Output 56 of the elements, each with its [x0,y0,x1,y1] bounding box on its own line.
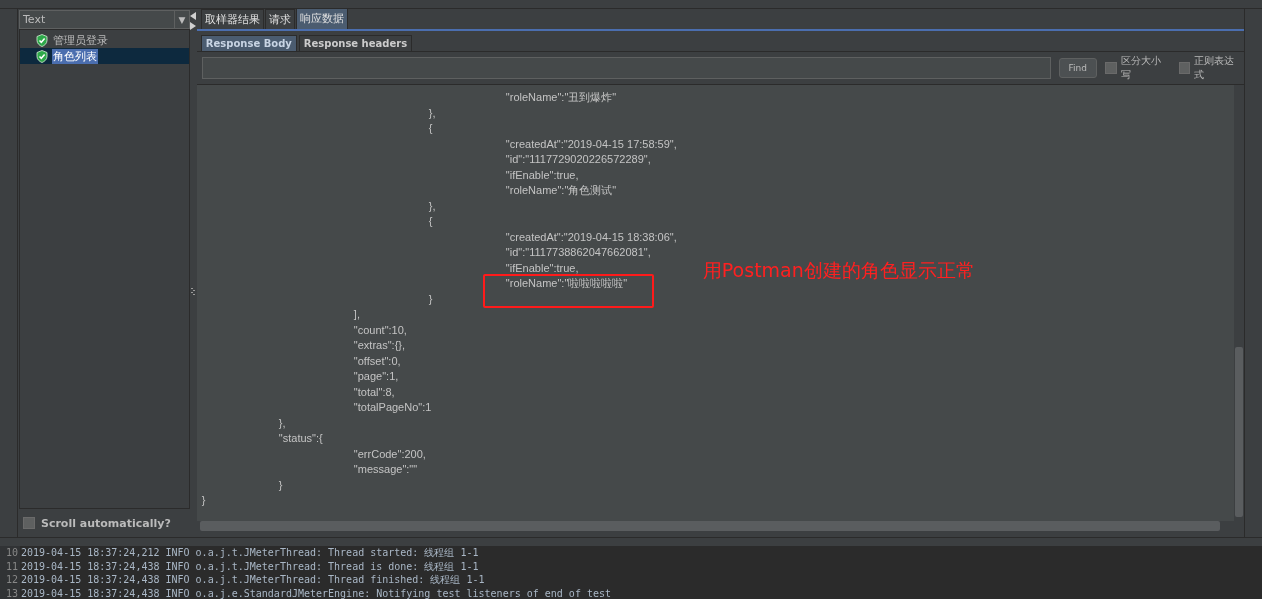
search-field[interactable] [201,57,1051,79]
log-line: 2019-04-15 18:37:24,212 INFO o.a.j.t.JMeterThread: Thread started: 线程组 1-1 [20,546,479,560]
response-line: "offset":0, [353,353,401,369]
response-line: "totalPageNo":1 [353,400,432,415]
tree-item[interactable]: 管理员登录 [20,32,189,48]
option-checkbox[interactable] [1178,62,1191,74]
tree-item[interactable]: 角色列表 [20,48,189,64]
response-line: "createdAt":"2019-04-15 17:58:59", [505,136,677,152]
response-line: "id":"1117738862047662081", [505,245,651,260]
response-line: "status":{ [278,431,323,446]
scroll-automatically-label: Scroll automatically? [41,516,171,530]
response-line: } [201,493,206,508]
line-number: 12 [0,573,20,587]
response-line: "total":8, [353,384,395,400]
response-line: "createdAt":"2019-04-15 18:38:06", [505,229,677,245]
response-line: } [428,291,433,307]
tab[interactable]: 响应数据 [295,8,348,29]
response-line: }, [428,105,436,121]
response-line: { [428,121,433,136]
response-line: "id":"1117729020226572289", [505,152,651,167]
splitter-grip-icon[interactable] [191,287,196,297]
response-line: "roleName":"角色测试" [505,183,617,198]
collapse-arrows-icon[interactable] [190,11,197,31]
option-label: 正则表达式 [1194,54,1236,82]
response-line: }, [278,415,286,431]
response-line: "ifEnable":true, [505,260,579,276]
option-label: 区分大小写 [1120,54,1162,82]
response-line: "extras":{}, [353,338,406,353]
log-line: 2019-04-15 18:37:24,438 INFO o.a.j.t.JMeterThread: Thread finished: 线程组 1-1 [20,573,485,587]
response-line: "roleName":"啦啦啦啦啦" [505,276,628,292]
log-line: 2019-04-15 18:37:24,438 INFO o.a.j.e.StandardJMeterEngine: Notifying test listeners of end of test [20,586,611,599]
renderer-dropdown[interactable]: Text ▼ [19,10,190,29]
response-line: { [428,214,433,229]
response-line: "roleName":"丑到爆炸" [505,90,617,105]
tab[interactable]: 取样器结果 [200,9,264,29]
line-number: 10 [0,546,20,560]
scroll-checkbox[interactable] [23,517,35,529]
success-shield-icon [36,33,48,47]
log-line: 2019-04-15 18:37:24,438 INFO o.a.j.t.JMeterThread: Thread is done: 线程组 1-1 [20,559,479,573]
find-button[interactable]: Find [1058,58,1097,78]
response-line: "page":1, [353,369,399,384]
option-checkbox[interactable] [1105,62,1117,74]
response-line: "ifEnable":true, [505,167,579,183]
response-line: "message":"" [353,462,418,477]
subtab[interactable]: Response Body [200,35,297,51]
tab[interactable]: 请求 [264,9,295,29]
horizontal-scrollbar[interactable] [199,521,1220,531]
scrollbar-thumb[interactable] [1235,347,1243,517]
response-line: ], [353,307,360,322]
subtab[interactable]: Response headers [298,35,413,51]
response-line: }, [428,198,436,214]
response-line: } [278,477,283,493]
response-line: "count":10, [353,322,407,338]
annotation-text: 用Postman创建的角色显示正常 [702,258,975,283]
success-shield-icon [36,49,48,63]
response-line: "errCode":200, [353,446,426,462]
